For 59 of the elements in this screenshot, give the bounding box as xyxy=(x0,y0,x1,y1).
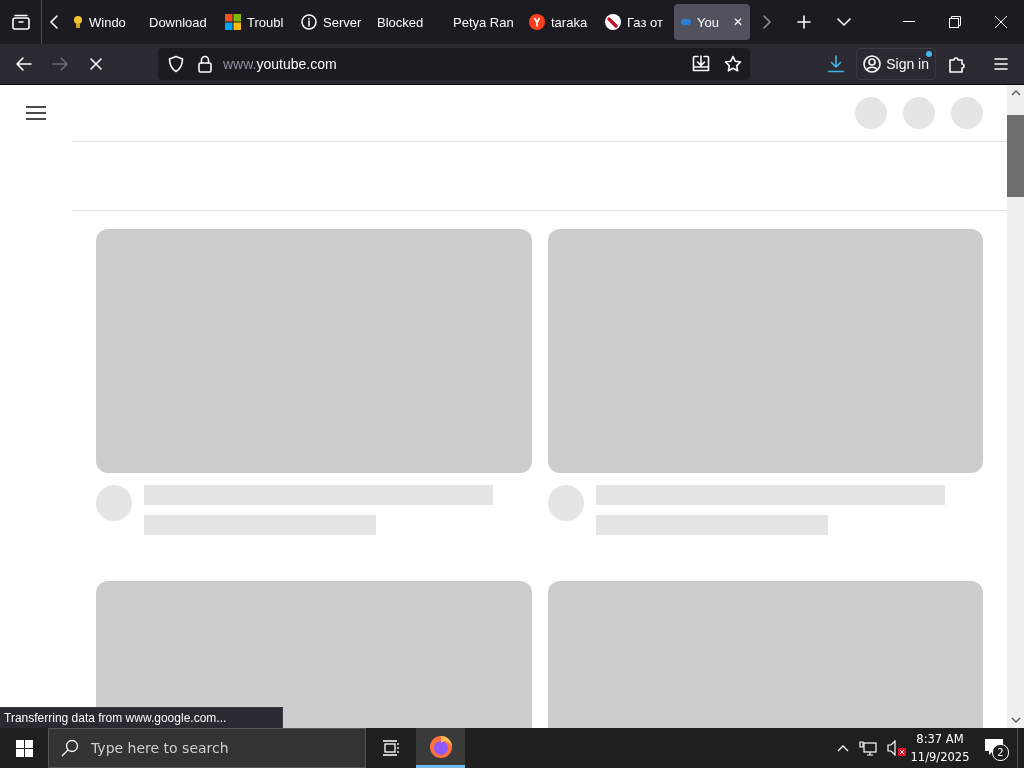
windows-logo-icon xyxy=(15,739,33,757)
search-field[interactable]: Type here to search xyxy=(48,728,366,768)
search-icon xyxy=(61,739,79,757)
close-icon xyxy=(995,16,1007,28)
menu-icon xyxy=(994,58,1008,70)
close-tab-button[interactable]: ✕ xyxy=(733,15,743,29)
url-text: www.youtube.com xyxy=(223,56,337,72)
notifications-button[interactable]: 2 xyxy=(973,728,1017,768)
browser-tab[interactable]: Газ от xyxy=(598,4,674,40)
browser-tab[interactable]: Troubl xyxy=(218,4,294,40)
browser-tab[interactable]: Petya Ran xyxy=(446,4,522,40)
account-icon xyxy=(863,55,882,73)
scroll-down-icon[interactable] xyxy=(1009,714,1022,726)
browser-taskbar-button[interactable] xyxy=(416,728,465,768)
browser-tab[interactable]: Server xyxy=(294,4,370,40)
scroll-left-icon xyxy=(50,15,58,29)
letter-badge-icon xyxy=(529,14,545,30)
browser-tab[interactable]: Windo xyxy=(66,4,142,40)
scrollbar-thumb[interactable] xyxy=(1007,115,1024,197)
round-logo-icon xyxy=(605,14,621,30)
chevron-up-icon[interactable] xyxy=(837,744,849,752)
speaker-icon[interactable] xyxy=(887,740,907,756)
loading-icon xyxy=(681,19,691,25)
tab-list-icon xyxy=(11,14,30,30)
restore-icon xyxy=(949,16,961,28)
icon-placeholder xyxy=(855,97,887,129)
scroll-right-icon xyxy=(763,15,771,29)
avatar-placeholder xyxy=(96,485,132,521)
address-bar[interactable]: www.youtube.com xyxy=(158,48,750,80)
new-tab-icon xyxy=(797,15,811,29)
forward-icon xyxy=(52,57,68,71)
shield-icon xyxy=(167,55,185,73)
back-icon xyxy=(16,57,32,71)
browser-tab[interactable]: taraka xyxy=(522,4,598,40)
bookmark-star-icon[interactable] xyxy=(724,55,742,73)
avatar-placeholder xyxy=(548,485,584,521)
network-icon[interactable] xyxy=(859,740,877,756)
menu-icon[interactable] xyxy=(26,105,46,121)
four-squares-icon xyxy=(225,14,241,30)
browser-logo-icon xyxy=(428,734,453,759)
stop-icon xyxy=(90,58,102,70)
save-to-device-icon[interactable] xyxy=(692,55,710,73)
downloads-icon xyxy=(827,55,846,73)
browser-tab[interactable]: Download xyxy=(142,4,218,40)
minimize-icon xyxy=(903,21,915,23)
lock-icon xyxy=(197,55,213,73)
task-view-icon xyxy=(382,740,400,756)
icon-placeholder xyxy=(903,97,935,129)
sign-in-button[interactable]: Sign in xyxy=(856,48,936,80)
avatar-placeholder xyxy=(951,97,983,129)
status-text: Transferring data from www.google.com... xyxy=(4,711,227,725)
browser-tab[interactable]: Blocked xyxy=(370,4,446,40)
info-icon xyxy=(301,14,317,30)
bulb-icon xyxy=(73,14,83,30)
clock-date: 11/9/2025 xyxy=(910,750,970,764)
browser-tab[interactable]: You ✕ xyxy=(674,4,750,40)
extensions-icon xyxy=(949,55,965,73)
clock-time: 8:37 AM xyxy=(916,732,964,746)
tab-overflow-icon xyxy=(837,18,851,26)
